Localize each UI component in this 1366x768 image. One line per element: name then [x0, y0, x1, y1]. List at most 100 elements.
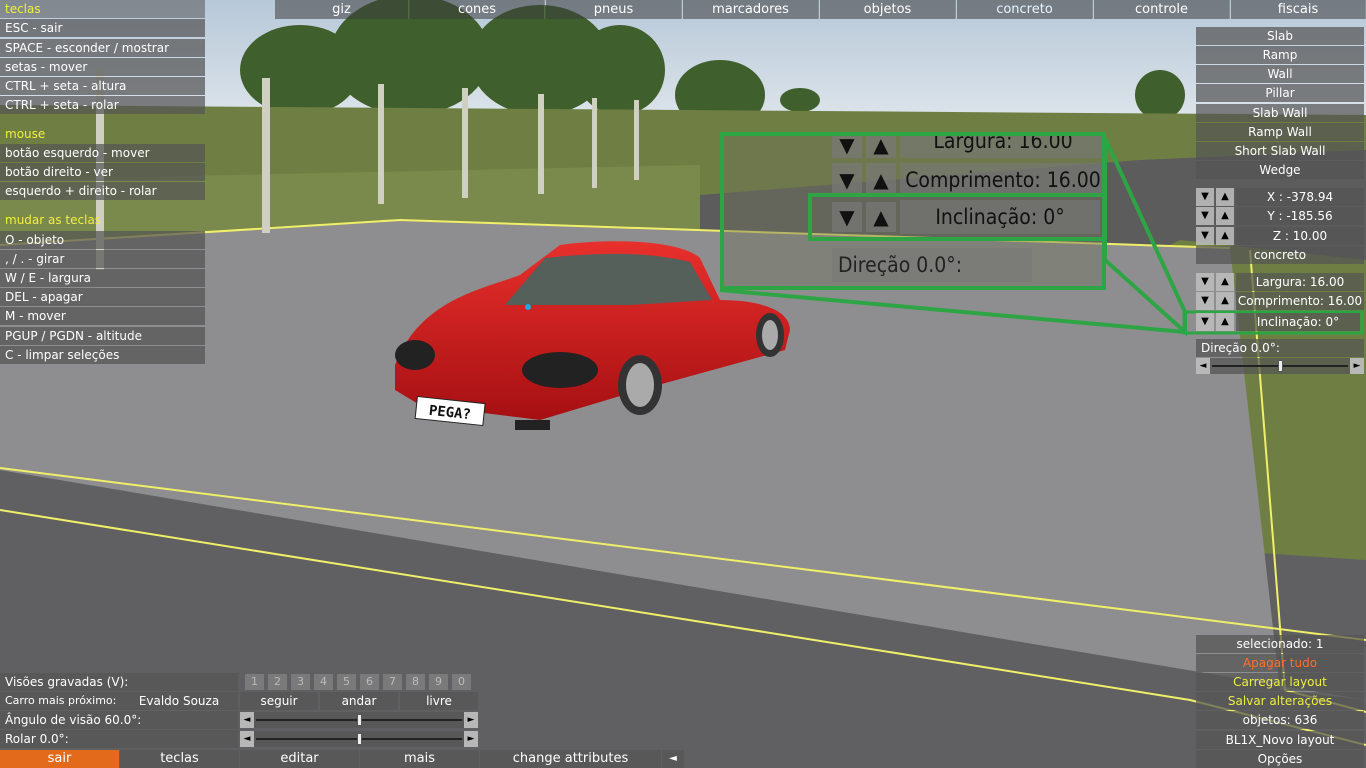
- help-change-item: C - limpar seleções: [0, 346, 205, 364]
- object-wall-button[interactable]: Wall: [1196, 65, 1364, 83]
- selecionado-label: selecionado: 1: [1196, 635, 1364, 653]
- menu-controle[interactable]: controle: [1094, 0, 1230, 19]
- mode-andar-button[interactable]: andar: [320, 692, 398, 710]
- object-pillar-button[interactable]: Pillar: [1196, 84, 1364, 102]
- mais-button[interactable]: mais: [360, 750, 479, 768]
- help-key-item: ESC - sair: [0, 19, 205, 37]
- slider-left-arrow-icon[interactable]: ◄: [240, 731, 254, 747]
- view-slot[interactable]: 7: [383, 674, 402, 690]
- slider-left-arrow-icon[interactable]: ◄: [240, 712, 254, 728]
- object-slab-button[interactable]: Slab: [1196, 27, 1364, 45]
- roll-slider[interactable]: ◄ ►: [240, 731, 478, 747]
- zoom-comprimento-down-icon: ▼: [832, 163, 862, 197]
- slider-thumb[interactable]: [356, 714, 362, 726]
- help-mouse-item: botão direito - ver: [0, 163, 205, 181]
- help-change-item: M - mover: [0, 307, 205, 325]
- help-key-item: CTRL + seta - altura: [0, 77, 205, 95]
- zoom-inclinacao-up-icon: ▲: [866, 202, 896, 232]
- nearest-car-value: Evaldo Souza: [120, 692, 238, 710]
- z-down-arrow-icon[interactable]: ▼: [1196, 227, 1214, 245]
- menu-objetos[interactable]: objetos: [820, 0, 956, 19]
- slider-right-arrow-icon[interactable]: ►: [464, 712, 478, 728]
- inclinacao-down-arrow-icon[interactable]: ▼: [1196, 313, 1214, 331]
- inclinacao-up-arrow-icon[interactable]: ▲: [1216, 313, 1234, 331]
- objetos-count: objetos: 636: [1196, 711, 1364, 729]
- direcao-slider[interactable]: ◄ ►: [1196, 358, 1364, 374]
- object-ramp-button[interactable]: Ramp: [1196, 46, 1364, 64]
- change-keys-header: mudar as teclas: [5, 213, 102, 227]
- opcoes-button[interactable]: Opções: [1196, 750, 1364, 768]
- fov-slider[interactable]: ◄ ►: [240, 712, 478, 728]
- salvar-alteracoes-button[interactable]: Salvar alterações: [1196, 692, 1364, 710]
- view-slot[interactable]: 0: [452, 674, 471, 690]
- x-down-arrow-icon[interactable]: ▼: [1196, 188, 1214, 206]
- zoom-callout: ▼ ▲ Largura: 16.00 ▼ ▲ Comprimento: 16.0…: [720, 132, 1106, 290]
- view-slot[interactable]: 3: [291, 674, 310, 690]
- coord-y: Y : -185.56: [1236, 207, 1364, 225]
- comprimento-label: Comprimento: 16.00: [1236, 292, 1364, 310]
- view-slot[interactable]: 8: [406, 674, 425, 690]
- slider-thumb[interactable]: [1277, 360, 1283, 372]
- zoom-inclinacao-label: Inclinação: 0°: [900, 200, 1100, 234]
- menu-marcadores[interactable]: marcadores: [683, 0, 819, 19]
- x-up-arrow-icon[interactable]: ▲: [1216, 188, 1234, 206]
- view-slot[interactable]: 9: [429, 674, 448, 690]
- view-slot[interactable]: 1: [245, 674, 264, 690]
- help-change-item: DEL - apagar: [0, 288, 205, 306]
- view-slot[interactable]: 2: [268, 674, 287, 690]
- apagar-tudo-button[interactable]: Apagar tudo: [1196, 654, 1364, 672]
- z-up-arrow-icon[interactable]: ▲: [1216, 227, 1234, 245]
- y-down-arrow-icon[interactable]: ▼: [1196, 207, 1214, 225]
- largura-up-arrow-icon[interactable]: ▲: [1216, 273, 1234, 291]
- carregar-layout-button[interactable]: Carregar layout: [1196, 673, 1364, 691]
- slider-thumb[interactable]: [356, 733, 362, 745]
- inclinacao-label: Inclinação: 0°: [1236, 313, 1360, 331]
- sair-button[interactable]: sair: [0, 750, 119, 768]
- menu-fiscais[interactable]: fiscais: [1231, 0, 1366, 19]
- object-slab-wall-button[interactable]: Slab Wall: [1196, 104, 1364, 122]
- menu-cones[interactable]: cones: [410, 0, 545, 19]
- view-slot[interactable]: 4: [314, 674, 333, 690]
- slider-right-arrow-icon[interactable]: ►: [1350, 358, 1364, 374]
- zoom-largura-down-icon: ▼: [832, 136, 862, 158]
- help-change-item: W / E - largura: [0, 269, 205, 287]
- change-attributes-arrow-icon[interactable]: ◄: [662, 750, 684, 768]
- change-attributes-button[interactable]: change attributes: [480, 750, 661, 768]
- zoom-comprimento-up-icon: ▲: [866, 163, 896, 197]
- material-button[interactable]: concreto: [1196, 246, 1364, 264]
- comprimento-up-arrow-icon[interactable]: ▲: [1216, 292, 1234, 310]
- help-mouse-item: esquerdo + direito - rolar: [0, 182, 205, 200]
- largura-down-arrow-icon[interactable]: ▼: [1196, 273, 1214, 291]
- editar-button[interactable]: editar: [240, 750, 359, 768]
- view-slot[interactable]: 6: [360, 674, 379, 690]
- game-scene: PEGA?: [0, 0, 1366, 768]
- largura-label: Largura: 16.00: [1236, 273, 1364, 291]
- slider-left-arrow-icon[interactable]: ◄: [1196, 358, 1210, 374]
- object-ramp-wall-button[interactable]: Ramp Wall: [1196, 123, 1364, 141]
- top-menu: giz cones pneus marcadores objetos concr…: [275, 0, 1366, 19]
- object-wedge-button[interactable]: Wedge: [1196, 161, 1364, 179]
- mode-livre-button[interactable]: livre: [400, 692, 478, 710]
- views-label: Visões gravadas (V):: [0, 673, 238, 691]
- zoom-largura-up-icon: ▲: [866, 136, 896, 158]
- help-key-item: SPACE - esconder / mostrar: [0, 39, 205, 57]
- slider-right-arrow-icon[interactable]: ►: [464, 731, 478, 747]
- teclas-button[interactable]: teclas: [120, 750, 239, 768]
- menu-giz[interactable]: giz: [275, 0, 409, 19]
- zoom-direcao-label: Direção 0.0°:: [832, 248, 1032, 282]
- comprimento-down-arrow-icon[interactable]: ▼: [1196, 292, 1214, 310]
- zoom-largura-label: Largura: 16.00: [900, 136, 1102, 158]
- object-short-slab-wall-button[interactable]: Short Slab Wall: [1196, 142, 1364, 160]
- fov-label: Ângulo de visão 60.0°:: [0, 711, 238, 729]
- menu-pneus[interactable]: pneus: [546, 0, 682, 19]
- mode-seguir-button[interactable]: seguir: [240, 692, 318, 710]
- roll-label: Rolar 0.0°:: [0, 730, 238, 748]
- y-up-arrow-icon[interactable]: ▲: [1216, 207, 1234, 225]
- direcao-label: Direção 0.0°:: [1196, 339, 1364, 357]
- menu-concreto[interactable]: concreto: [957, 0, 1093, 19]
- help-key-item: setas - mover: [0, 58, 205, 76]
- help-key-item: CTRL + seta - rolar: [0, 96, 205, 114]
- help-change-item: PGUP / PGDN - altitude: [0, 327, 205, 345]
- zoom-inclinacao-down-icon: ▼: [832, 202, 862, 232]
- view-slot[interactable]: 5: [337, 674, 356, 690]
